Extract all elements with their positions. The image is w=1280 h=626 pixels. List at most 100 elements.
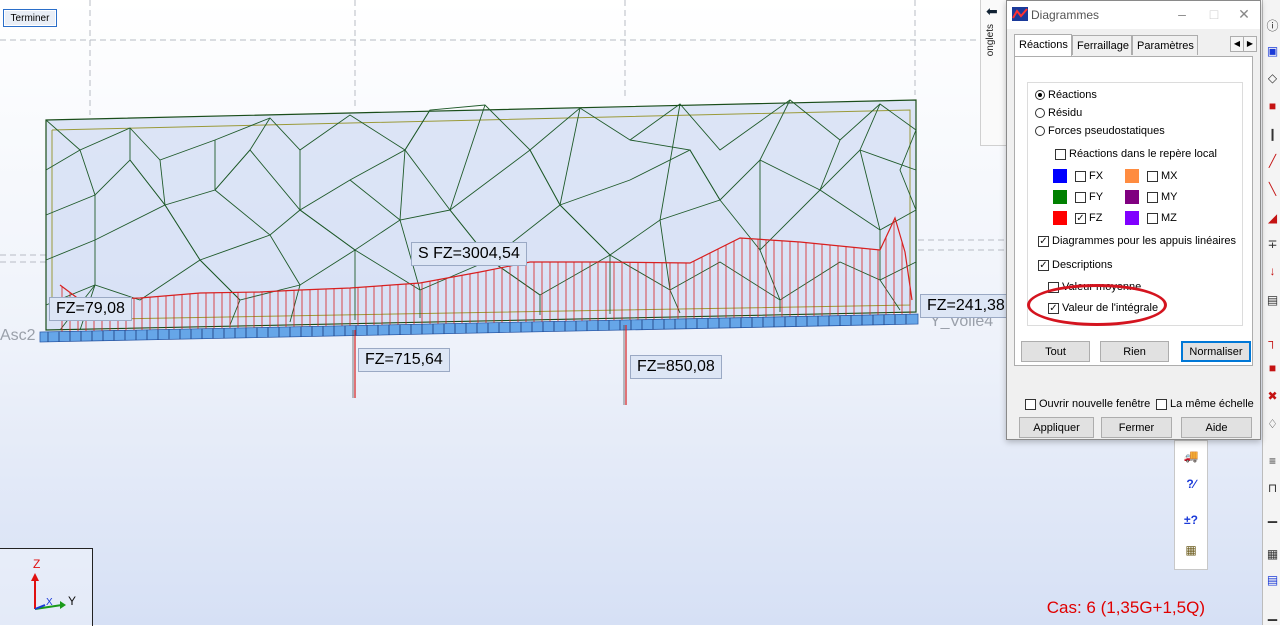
checkbox-label: Valeur de l'intégrale bbox=[1062, 302, 1159, 314]
element-ghost-label: Asc2 bbox=[0, 327, 36, 344]
checkbox[interactable] bbox=[1048, 281, 1059, 293]
slope-icon[interactable]: ╲ bbox=[1266, 183, 1279, 196]
checkbox-label: Descriptions bbox=[1052, 259, 1113, 271]
triangle-icon[interactable]: ◢ bbox=[1266, 212, 1279, 225]
checkbox[interactable] bbox=[1055, 148, 1066, 160]
tab-scroll-right[interactable]: ▶ bbox=[1243, 36, 1257, 52]
dialog-title: Diagrammes bbox=[1031, 8, 1100, 22]
tab-parametres[interactable]: Paramètres bbox=[1132, 35, 1198, 55]
none-button[interactable]: Rien bbox=[1100, 341, 1169, 362]
tab-reactions[interactable]: Réactions bbox=[1014, 34, 1072, 56]
side-tab-label: onglets bbox=[985, 24, 996, 57]
component-mz[interactable]: MZ bbox=[1125, 211, 1177, 225]
checkbox-integral-value[interactable]: ✓ Valeur de l'intégrale bbox=[1048, 302, 1158, 314]
checkbox-same-scale[interactable]: La même échelle bbox=[1156, 398, 1254, 410]
node-icon[interactable]: ∓ bbox=[1266, 238, 1279, 251]
checkbox-new-window[interactable]: Ouvrir nouvelle fenêtre bbox=[1025, 398, 1150, 410]
close-icon[interactable]: ✕ bbox=[1233, 5, 1255, 23]
mini-toolbar: 🚚 ?∕ ±? ▦ bbox=[1174, 440, 1208, 570]
load-icon[interactable]: ↓ bbox=[1266, 265, 1279, 278]
normalize-button[interactable]: Normaliser bbox=[1181, 341, 1251, 362]
box-icon[interactable]: ■ bbox=[1266, 362, 1279, 375]
checkbox[interactable] bbox=[1025, 398, 1036, 410]
checkbox-checked[interactable]: ✓ bbox=[1038, 259, 1049, 271]
checkbox-linear-supports[interactable]: ✓ Diagrammes pour les appuis linéaires bbox=[1038, 235, 1236, 247]
mz-swatch bbox=[1125, 211, 1139, 225]
table-icon[interactable]: ▦ bbox=[1180, 543, 1202, 563]
loads-icon[interactable]: ±? bbox=[1180, 513, 1202, 533]
checkbox-label: MY bbox=[1161, 191, 1178, 203]
reaction-label-left: FZ=79,08 bbox=[49, 297, 132, 321]
checkbox-label: Diagrammes pour les appuis linéaires bbox=[1052, 235, 1237, 247]
radio-off[interactable] bbox=[1035, 126, 1045, 136]
radio-on[interactable] bbox=[1035, 90, 1045, 100]
checkbox-checked[interactable]: ✓ bbox=[1075, 212, 1086, 224]
checkbox-label: Valeur moyenne bbox=[1062, 281, 1142, 293]
radio-reactions[interactable]: Réactions bbox=[1035, 89, 1097, 101]
section-icon[interactable]: ▣ bbox=[1266, 45, 1279, 58]
tabs-side-strip[interactable]: ⬅ onglets bbox=[980, 0, 1008, 146]
stair-icon[interactable]: ▁ bbox=[1266, 510, 1279, 523]
checkbox[interactable] bbox=[1147, 212, 1158, 224]
info-icon[interactable]: ⓘ bbox=[1266, 20, 1279, 33]
component-fx[interactable]: FX bbox=[1053, 169, 1103, 183]
dialog-titlebar[interactable]: Diagrammes – □ ✕ bbox=[1007, 1, 1260, 29]
checkbox[interactable] bbox=[1156, 398, 1167, 410]
diamond-icon[interactable]: ◇ bbox=[1266, 72, 1279, 85]
checkbox-label: MX bbox=[1161, 170, 1178, 182]
checkbox[interactable] bbox=[1075, 191, 1086, 203]
checkbox-label: Ouvrir nouvelle fenêtre bbox=[1039, 398, 1151, 410]
fx-swatch bbox=[1053, 169, 1067, 183]
grid-icon[interactable]: ▤ bbox=[1266, 294, 1279, 307]
cross-icon[interactable]: ✖ bbox=[1266, 390, 1279, 403]
component-fz[interactable]: ✓ FZ bbox=[1053, 211, 1102, 225]
tab-scroll-left[interactable]: ◀ bbox=[1230, 36, 1244, 52]
arrow-left-icon[interactable]: ⬅ bbox=[986, 3, 998, 20]
checkbox-local-frame[interactable]: Réactions dans le repère local bbox=[1055, 148, 1217, 160]
reaction-label-mid1: FZ=715,64 bbox=[358, 348, 450, 372]
axes-indicator: Z X Y bbox=[0, 548, 93, 626]
help-button[interactable]: Aide bbox=[1181, 417, 1252, 438]
component-my[interactable]: MY bbox=[1125, 190, 1178, 204]
checkbox-mean-value[interactable]: Valeur moyenne bbox=[1048, 281, 1141, 293]
finish-button[interactable]: Terminer bbox=[3, 9, 57, 27]
checkbox-checked[interactable]: ✓ bbox=[1038, 235, 1049, 247]
all-button[interactable]: Tout bbox=[1021, 341, 1090, 362]
minimize-icon[interactable]: – bbox=[1171, 5, 1193, 23]
radio-pseudostatic[interactable]: Forces pseudostatiques bbox=[1035, 125, 1165, 137]
checkbox-label: FZ bbox=[1089, 212, 1103, 224]
maximize-icon[interactable]: □ bbox=[1203, 5, 1225, 23]
checkbox[interactable] bbox=[1075, 170, 1086, 182]
sheet-icon[interactable]: ▤ bbox=[1266, 574, 1279, 587]
load-case-label: Cas: 6 (1,35G+1,5Q) bbox=[1046, 598, 1205, 617]
truck-icon[interactable]: 🚚 bbox=[1180, 449, 1202, 469]
checkbox-checked[interactable]: ✓ bbox=[1048, 302, 1059, 314]
table-grid-icon[interactable]: ▦ bbox=[1266, 548, 1279, 561]
beam-icon[interactable]: ❙ bbox=[1266, 128, 1279, 141]
frame-icon[interactable]: ≡ bbox=[1266, 455, 1279, 468]
checkbox-label: FX bbox=[1089, 170, 1104, 182]
my-swatch bbox=[1125, 190, 1139, 204]
radio-off[interactable] bbox=[1035, 108, 1045, 118]
tab-ferraillage[interactable]: Ferraillage bbox=[1072, 35, 1132, 55]
mx-swatch bbox=[1125, 169, 1139, 183]
bar-icon[interactable]: ╱ bbox=[1266, 155, 1279, 168]
component-mx[interactable]: MX bbox=[1125, 169, 1178, 183]
bottom-icon[interactable]: ▁ bbox=[1266, 608, 1279, 621]
axis-y-label: Y bbox=[68, 594, 77, 608]
support-icon[interactable]: ■ bbox=[1266, 100, 1279, 113]
component-fy[interactable]: FY bbox=[1053, 190, 1103, 204]
diagram-query-icon[interactable]: ?∕ bbox=[1180, 477, 1202, 497]
checkbox[interactable] bbox=[1147, 170, 1158, 182]
checkbox-descriptions[interactable]: ✓ Descriptions bbox=[1038, 259, 1113, 271]
floor-icon[interactable]: ⊓ bbox=[1266, 482, 1279, 495]
close-button[interactable]: Fermer bbox=[1101, 417, 1172, 438]
reaction-label-mid2: FZ=850,08 bbox=[630, 355, 722, 379]
bracket-icon[interactable]: ┐ bbox=[1266, 335, 1279, 348]
checkbox[interactable] bbox=[1147, 191, 1158, 203]
checkbox-label: MZ bbox=[1161, 212, 1177, 224]
apply-button[interactable]: Appliquer bbox=[1019, 417, 1094, 438]
shape-icon[interactable]: ♢ bbox=[1266, 418, 1279, 431]
integral-value-label: S FZ=3004,54 bbox=[411, 242, 527, 266]
radio-residu[interactable]: Résidu bbox=[1035, 107, 1082, 119]
